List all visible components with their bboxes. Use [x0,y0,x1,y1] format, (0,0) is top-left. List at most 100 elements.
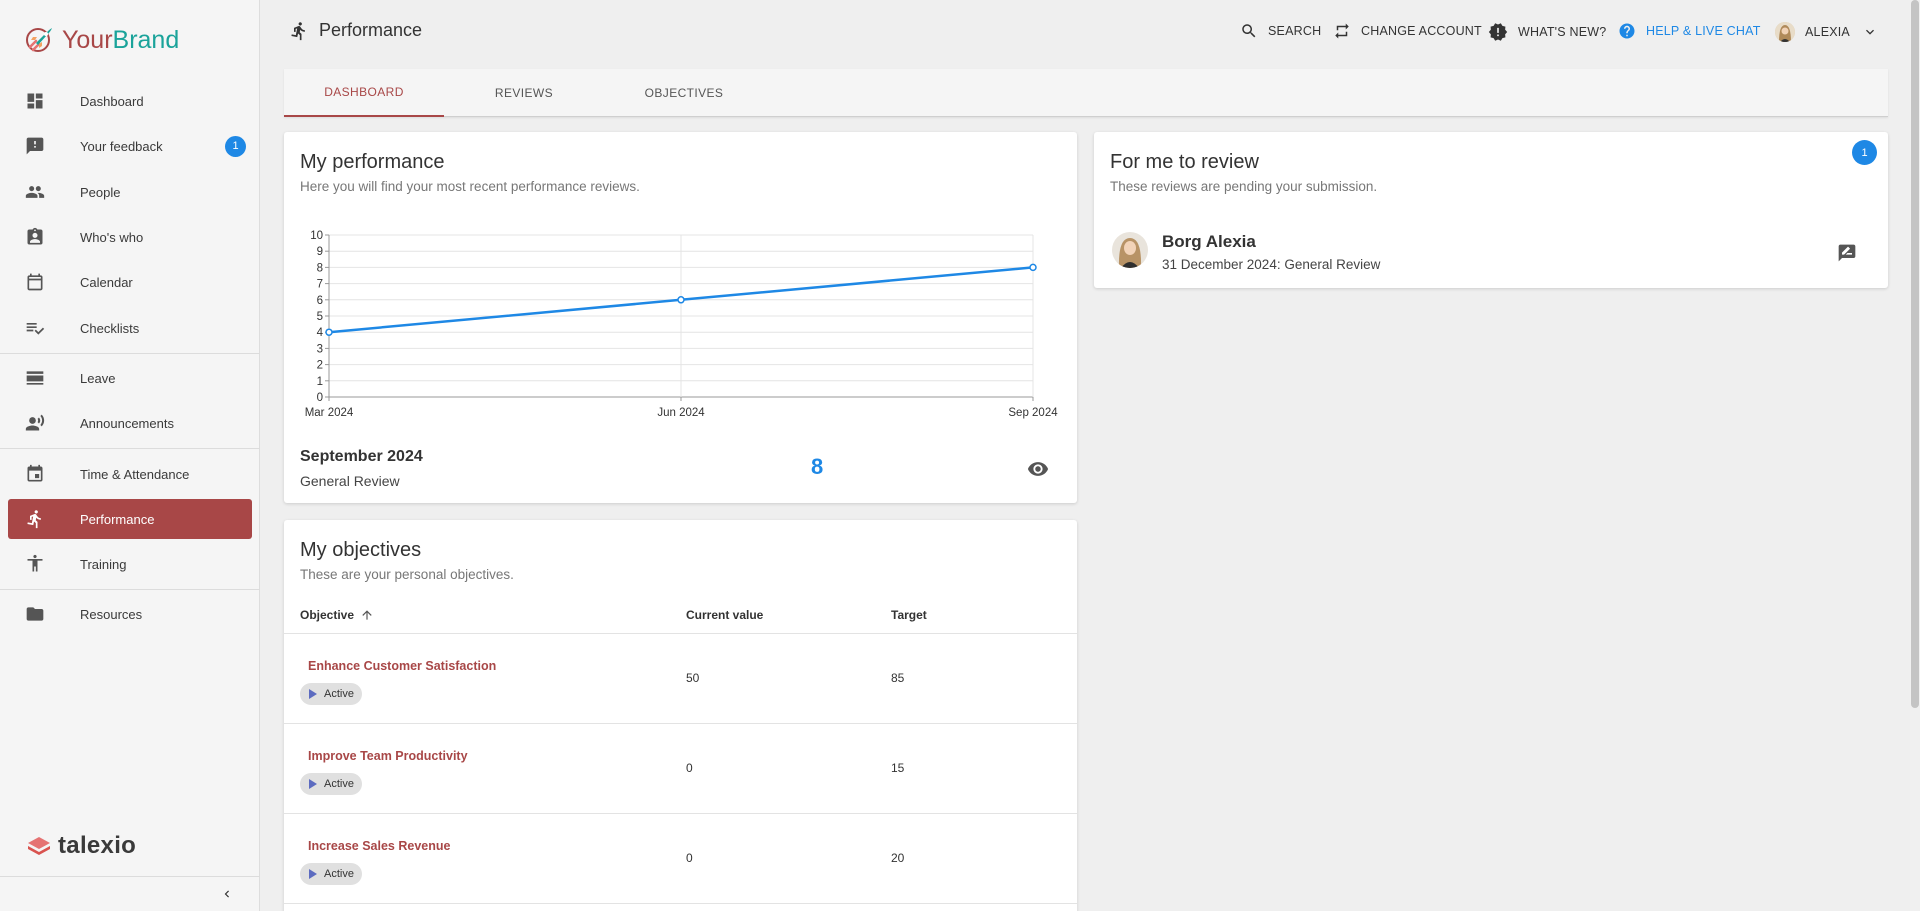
sidebar-item-resources[interactable]: Resources [8,594,252,634]
x-tick-label: Sep 2024 [1008,407,1058,419]
sidebar-item-label: Time & Attendance [80,466,190,482]
x-tick-label: Jun 2024 [657,407,705,419]
whats-new-button[interactable]: WHAT'S NEW? [1488,22,1606,42]
collapse-sidebar-button[interactable] [0,876,260,911]
event-icon [27,464,43,482]
latest-review-score: 8 [811,454,824,479]
target-value: 85 [891,671,905,685]
reviewee-name[interactable]: Borg Alexia [1162,232,1256,252]
avatar [1112,232,1148,268]
current-value: 0 [686,761,693,775]
people-icon [25,186,45,198]
target-value: 20 [891,851,905,865]
help-live-chat-button[interactable]: HELP & LIVE CHAT [1618,22,1761,40]
page-title-text: Performance [319,20,423,40]
my-performance-card: My performance Here you will find your m… [284,132,1077,503]
calendar-icon [27,273,43,291]
dashboard-icon [27,93,43,109]
leave-icon [26,371,44,385]
talexio-layers-icon [28,837,50,855]
objective-name[interactable]: Increase Sales Revenue [308,839,450,853]
y-tick-label: 2 [317,360,323,372]
objective-name[interactable]: Enhance Customer Satisfaction [308,659,496,673]
sidebar-item-whos-who[interactable]: Who's who [8,217,252,257]
y-tick-label: 9 [317,246,323,258]
row-divider [284,903,1077,904]
tab-reviews[interactable]: REVIEWS [444,69,604,117]
reviewee-photo-icon [1112,232,1148,268]
sidebar-item-performance[interactable]: Performance [8,499,252,539]
sidebar-item-time-attendance[interactable]: Time & Attendance [8,454,252,494]
brand-name-your: Your [62,25,113,54]
help-label: HELP & LIVE CHAT [1646,24,1761,38]
sidebar-item-label: Training [80,556,127,572]
sidebar-item-label: Resources [80,606,143,622]
sidebar-item-label: People [80,184,121,200]
status-badge: Active [300,863,362,885]
page-title: Performance [289,20,422,41]
search-button[interactable]: SEARCH [1240,22,1321,40]
sidebar-item-announcements[interactable]: Announcements [8,403,252,443]
play-icon [309,689,317,699]
current-value: 0 [686,851,693,865]
card-subtitle: These are your personal objectives. [300,567,514,582]
sidebar-item-calendar[interactable]: Calendar [8,262,252,302]
sidebar-item-dashboard[interactable]: Dashboard [8,81,252,121]
status-label: Active [324,688,354,700]
objective-name[interactable]: Improve Team Productivity [308,749,468,763]
feedback-count-badge: 1 [225,135,246,157]
tabs-bar: DASHBOARD REVIEWS OBJECTIVES [284,69,1888,117]
user-menu-button[interactable]: ALEXIA [1775,22,1878,42]
tab-objectives[interactable]: OBJECTIVES [604,69,764,117]
checklist-icon [26,323,45,335]
talexio-wordmark: talexio [58,832,137,859]
rate-review-icon[interactable] [1837,243,1857,263]
scrollbar-thumb[interactable] [1911,0,1919,708]
tab-dashboard[interactable]: DASHBOARD [284,69,444,117]
status-label: Active [324,868,354,880]
performance-line-chart: 0 1 2 3 4 5 6 7 8 9 10 Mar 2024 Jun 2024 Sep 2024 [305,230,1059,419]
for-me-to-review-card: For me to review These reviews are pendi… [1094,132,1888,288]
search-label: SEARCH [1268,24,1322,38]
latest-review-type: General Review [300,473,400,489]
sidebar-item-people[interactable]: People [8,172,252,212]
y-tick-label: 1 [317,376,323,388]
sidebar-item-leave[interactable]: Leave [8,358,252,398]
sidebar-item-label: Leave [80,370,116,386]
change-account-button[interactable]: CHANGE ACCOUNT [1333,22,1482,40]
brand[interactable]: YourBrand [22,24,179,56]
column-header-target[interactable]: Target [891,608,927,622]
change-account-label: CHANGE ACCOUNT [1361,24,1482,38]
talexio-logo: talexio [26,832,136,860]
sidebar-item-label: Announcements [80,415,174,431]
row-divider [284,723,1077,724]
chevron-left-icon [224,890,229,898]
y-tick-label: 10 [310,230,323,242]
announcement-icon [25,414,45,431]
play-icon [309,869,317,879]
status-badge: Active [300,773,362,795]
user-photo-icon [1775,22,1795,42]
feedback-icon [26,137,44,155]
sidebar-item-checklists[interactable]: Checklists [8,308,252,348]
view-review-icon[interactable] [1027,458,1049,480]
folder-icon [26,607,44,621]
training-icon [27,554,43,572]
user-name: ALEXIA [1805,25,1850,39]
brand-name: YourBrand [62,26,179,55]
sidebar-item-feedback[interactable]: Your feedback 1 [8,126,252,166]
nav-divider [0,353,260,354]
brand-name-brand: Brand [112,25,180,54]
review-count-badge: 1 [1852,140,1877,165]
swap-icon [1335,23,1349,39]
review-detail: 31 December 2024: General Review [1162,257,1381,272]
card-title: For me to review [1110,151,1259,173]
sidebar-item-label: Calendar [80,274,133,290]
y-tick-label: 0 [317,392,323,404]
status-badge: Active [300,683,362,705]
column-header-current-value[interactable]: Current value [686,608,763,622]
column-header-objective[interactable]: Objective [300,608,374,622]
data-point [677,296,685,304]
sidebar-item-training[interactable]: Training [8,544,252,584]
y-tick-label: 6 [317,295,323,307]
